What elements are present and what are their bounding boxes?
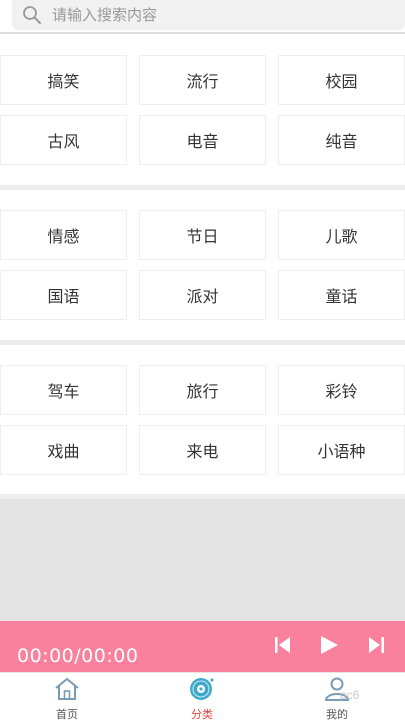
category-item[interactable]: 流行 [139, 55, 266, 105]
category-item[interactable]: 戏曲 [0, 425, 127, 475]
player-bar: 00:00/00:00 [0, 621, 405, 672]
category-item[interactable]: 校园 [278, 55, 405, 105]
category-item[interactable]: 驾车 [0, 365, 127, 415]
search-placeholder: 请输入搜索内容 [52, 6, 158, 24]
category-item[interactable]: 来电 [139, 425, 266, 475]
search-bar: 请输入搜索内容 [0, 0, 405, 34]
search-input[interactable]: 请输入搜索内容 [12, 0, 405, 30]
category-item[interactable]: 彩铃 [278, 365, 405, 415]
category-section-3: 驾车 旅行 彩铃 戏曲 来电 小语种 [0, 345, 405, 494]
prev-icon[interactable] [271, 633, 295, 657]
watermark-logo: pc6 [340, 688, 360, 702]
tab-label: 我的 [326, 708, 348, 720]
tab-label: 分类 [191, 708, 213, 720]
next-icon[interactable] [364, 633, 388, 657]
category-item[interactable]: 搞笑 [0, 55, 127, 105]
category-item[interactable]: 小语种 [278, 425, 405, 475]
category-item[interactable]: 节日 [139, 210, 266, 260]
category-item[interactable]: 纯音 [278, 115, 405, 165]
home-icon [55, 677, 79, 700]
category-item[interactable]: 国语 [0, 270, 127, 320]
category-item[interactable]: 儿歌 [278, 210, 405, 260]
tab-home[interactable]: 首页 [27, 673, 107, 720]
category-section-1: 搞笑 流行 校园 古风 电音 纯音 [0, 36, 405, 185]
playback-time: 00:00/00:00 [17, 645, 139, 667]
search-icon [23, 6, 41, 24]
play-icon[interactable] [317, 633, 341, 657]
category-item[interactable]: 电音 [139, 115, 266, 165]
disc-icon [190, 678, 214, 700]
empty-content-area [0, 499, 405, 621]
tab-label: 首页 [56, 708, 78, 720]
category-item[interactable]: 旅行 [139, 365, 266, 415]
category-item[interactable]: 派对 [139, 270, 266, 320]
category-item[interactable]: 童话 [278, 270, 405, 320]
category-section-2: 情感 节日 儿歌 国语 派对 童话 [0, 190, 405, 340]
category-item[interactable]: 古风 [0, 115, 127, 165]
category-item[interactable]: 情感 [0, 210, 127, 260]
tab-category[interactable]: 分类 [162, 673, 242, 720]
